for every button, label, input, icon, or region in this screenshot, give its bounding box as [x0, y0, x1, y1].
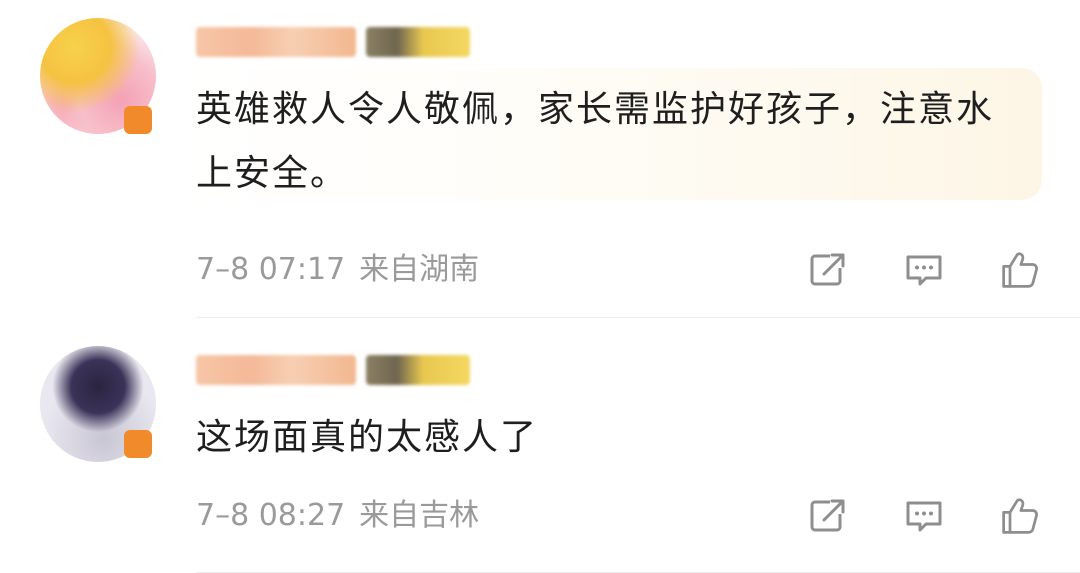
comment-actions — [808, 496, 1040, 536]
divider — [196, 317, 1080, 318]
like-icon — [1002, 498, 1038, 534]
comment-actions — [808, 250, 1040, 290]
share-icon — [810, 498, 846, 532]
share-icon — [810, 252, 846, 286]
username-blurred[interactable] — [196, 27, 356, 57]
comment-text: 这场面真的太感人了 — [196, 417, 539, 458]
like-button[interactable] — [1000, 496, 1040, 536]
comment-item: 这场面真的太感人了 7–8 08:27 来自吉林 — [0, 320, 1080, 573]
avatar-badge — [124, 430, 152, 458]
user-info-row — [196, 22, 470, 62]
comment-location: 来自湖南 — [359, 252, 480, 287]
comment-icon — [906, 255, 942, 286]
comment-item: 英雄救人令人敬佩，家长需监护好孩子，注意水上安全。 7–8 07:17 来自湖南 — [0, 0, 1080, 318]
share-button[interactable] — [808, 496, 848, 536]
comment-date: 7–8 07:17 — [196, 252, 346, 287]
comment-date: 7–8 08:27 — [196, 498, 346, 533]
username-blurred[interactable] — [196, 355, 356, 385]
comment-button[interactable] — [904, 250, 944, 290]
share-button[interactable] — [808, 250, 848, 290]
comment-text: 英雄救人令人敬佩，家长需监护好孩子，注意水上安全。 — [196, 89, 995, 194]
user-badge-blurred — [366, 27, 470, 57]
user-info-row — [196, 350, 470, 390]
comment-meta: 7–8 08:27 来自吉林 — [196, 496, 479, 536]
comment-location: 来自吉林 — [359, 498, 480, 533]
avatar-badge — [124, 106, 152, 134]
user-badge-blurred — [366, 355, 470, 385]
comment-button[interactable] — [904, 496, 944, 536]
comment-meta: 7–8 07:17 来自湖南 — [196, 250, 479, 290]
comment-icon — [906, 501, 942, 532]
like-button[interactable] — [1000, 250, 1040, 290]
like-icon — [1002, 252, 1038, 288]
